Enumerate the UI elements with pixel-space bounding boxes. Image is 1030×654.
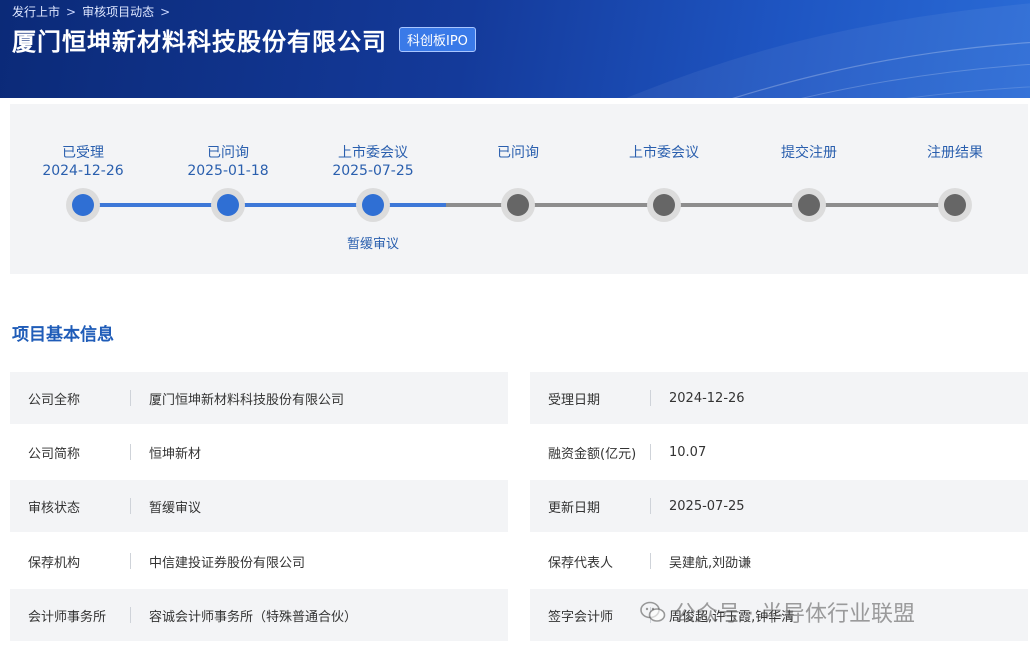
step-title: 注册结果 [927,145,983,161]
step-title: 提交注册 [781,145,837,161]
timeline-node-3 [356,188,390,222]
timeline-node-dot [653,194,675,216]
info-row: 受理日期 2024-12-26 [530,372,1028,424]
info-key: 受理日期 [548,392,601,408]
info-key: 更新日期 [548,500,601,516]
column-divider [650,390,651,406]
info-value: 吴建航,刘劭谦 [669,555,752,571]
timeline-step-label: 上市委会议 2025-07-25 [303,144,443,180]
section-title: 项目基本信息 [12,325,114,345]
info-row: 会计师事务所 容诚会计师事务所（特殊普通合伙） [10,589,508,641]
info-key: 保荐代表人 [548,555,614,571]
info-value: 2024-12-26 [669,390,745,406]
info-key: 保荐机构 [28,555,81,571]
info-value: 暂缓审议 [149,500,202,516]
column-divider [130,498,131,514]
chevron-right-icon: > [66,4,77,19]
info-row: 公司简称 恒坤新材 [10,426,508,478]
timeline-node-7 [938,188,972,222]
info-key: 签字会计师 [548,609,614,625]
info-key: 公司全称 [28,392,81,408]
info-value: 恒坤新材 [149,446,202,462]
board-badge: 科创板IPO [399,27,476,52]
timeline-step-label: 提交注册 [739,144,879,162]
breadcrumb-item-review[interactable]: 审核项目动态 [82,3,154,20]
timeline-node-dot [944,194,966,216]
info-row: 保荐代表人 吴建航,刘劭谦 [530,535,1028,587]
info-key: 融资金额(亿元) [548,446,637,462]
column-divider [130,553,131,569]
info-value: 容诚会计师事务所（特殊普通合伙） [149,609,358,625]
breadcrumb: 发行上市 > 审核项目动态 > [12,3,170,20]
header-wave-decoration [626,3,1030,98]
page-header: 发行上市 > 审核项目动态 > 厦门恒坤新材料科技股份有限公司 科创板IPO [0,0,1030,98]
timeline-node-4 [501,188,535,222]
step-title: 已问询 [207,145,249,161]
column-divider [650,444,651,460]
watermark-text: 公众号 · 半导体行业联盟 [674,602,915,627]
step-title: 已受理 [62,145,104,161]
page-title: 厦门恒坤新材料科技股份有限公司 [12,28,387,56]
timeline-node-1 [66,188,100,222]
info-value: 10.07 [669,444,707,460]
breadcrumb-item-listing[interactable]: 发行上市 [12,3,60,20]
info-value: 厦门恒坤新材料科技股份有限公司 [149,392,345,408]
info-row: 保荐机构 中信建投证券股份有限公司 [10,535,508,587]
timeline-node-dot [507,194,529,216]
column-divider [650,553,651,569]
step-title: 上市委会议 [338,145,408,161]
timeline-node-dot [362,194,384,216]
timeline-node-5 [647,188,681,222]
info-row: 公司全称 厦门恒坤新材料科技股份有限公司 [10,372,508,424]
timeline-step-label: 注册结果 [885,144,1025,162]
timeline-node-dot [72,194,94,216]
info-value: 中信建投证券股份有限公司 [149,555,306,571]
timeline-node-dot [798,194,820,216]
wechat-icon [640,601,666,622]
chevron-right-icon: > [160,4,171,19]
timeline-step-label: 已问询 [448,144,588,162]
step-date: 2024-12-26 [42,163,124,179]
column-divider [650,498,651,514]
info-key: 审核状态 [28,500,81,516]
column-divider [130,444,131,460]
column-divider [130,607,131,623]
timeline-step-label: 已受理 2024-12-26 [13,144,153,180]
info-row: 融资金额(亿元) 10.07 [530,426,1028,478]
info-value: 2025-07-25 [669,498,745,514]
column-divider [130,390,131,406]
info-key: 公司简称 [28,446,81,462]
info-row: 更新日期 2025-07-25 [530,480,1028,532]
timeline-node-2 [211,188,245,222]
step-status-note: 暂缓审议 [346,237,399,252]
watermark: 公众号 · 半导体行业联盟 [640,596,915,628]
info-row: 审核状态 暂缓审议 [10,480,508,532]
progress-track-completed [82,203,446,207]
timeline-node-6 [792,188,826,222]
step-date: 2025-01-18 [187,163,269,179]
step-title: 已问询 [497,145,539,161]
step-date: 2025-07-25 [332,163,414,179]
timeline-node-dot [217,194,239,216]
info-key: 会计师事务所 [28,609,107,625]
step-title: 上市委会议 [629,145,699,161]
timeline-step-label: 已问询 2025-01-18 [158,144,298,180]
timeline-step-label: 上市委会议 [594,144,734,162]
